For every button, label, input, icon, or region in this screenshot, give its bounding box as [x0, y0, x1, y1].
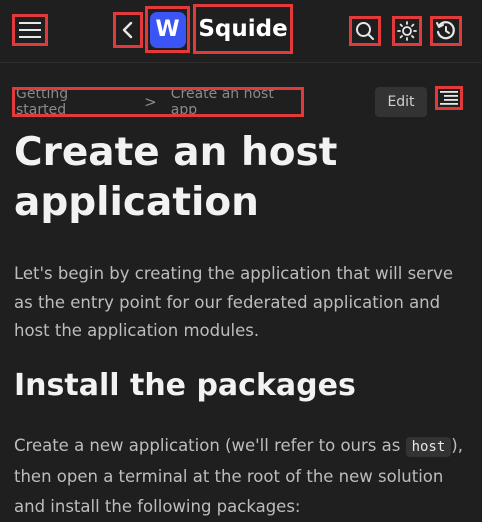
- section-title-install-packages: Install the packages: [14, 368, 356, 403]
- hamburger-menu-icon: [19, 22, 41, 38]
- breadcrumb-item-current[interactable]: Create an host app: [171, 86, 304, 118]
- inline-code-host: host: [405, 437, 452, 457]
- theme-toggle-button[interactable]: [392, 16, 422, 46]
- back-button[interactable]: [113, 12, 143, 48]
- intro-paragraph: Let's begin by creating the application …: [14, 264, 454, 340]
- menu-button[interactable]: [12, 14, 48, 46]
- sun-icon: [397, 21, 417, 41]
- table-of-contents-icon: [440, 91, 458, 105]
- breadcrumb-separator: >: [144, 93, 157, 111]
- breadcrumb: Getting started > Create an host app: [12, 86, 304, 118]
- logo: W: [149, 11, 186, 48]
- page-title: Create an host application: [14, 130, 338, 225]
- breadcrumb-item-getting-started[interactable]: Getting started: [16, 86, 122, 118]
- brand-title[interactable]: Squide: [193, 4, 293, 54]
- logo-link[interactable]: W: [145, 6, 190, 53]
- search-icon: [356, 22, 374, 40]
- install-paragraph: Create a new application (we'll refer to…: [14, 431, 474, 522]
- history-button[interactable]: [430, 16, 462, 46]
- toc-button[interactable]: [435, 86, 463, 110]
- paragraph-text: Create a new application (we'll refer to…: [14, 436, 406, 455]
- history-icon: [436, 21, 455, 40]
- edit-button[interactable]: Edit: [375, 87, 427, 117]
- header-divider: [0, 62, 482, 63]
- search-button[interactable]: [349, 16, 381, 46]
- chevron-left-icon: [122, 21, 133, 39]
